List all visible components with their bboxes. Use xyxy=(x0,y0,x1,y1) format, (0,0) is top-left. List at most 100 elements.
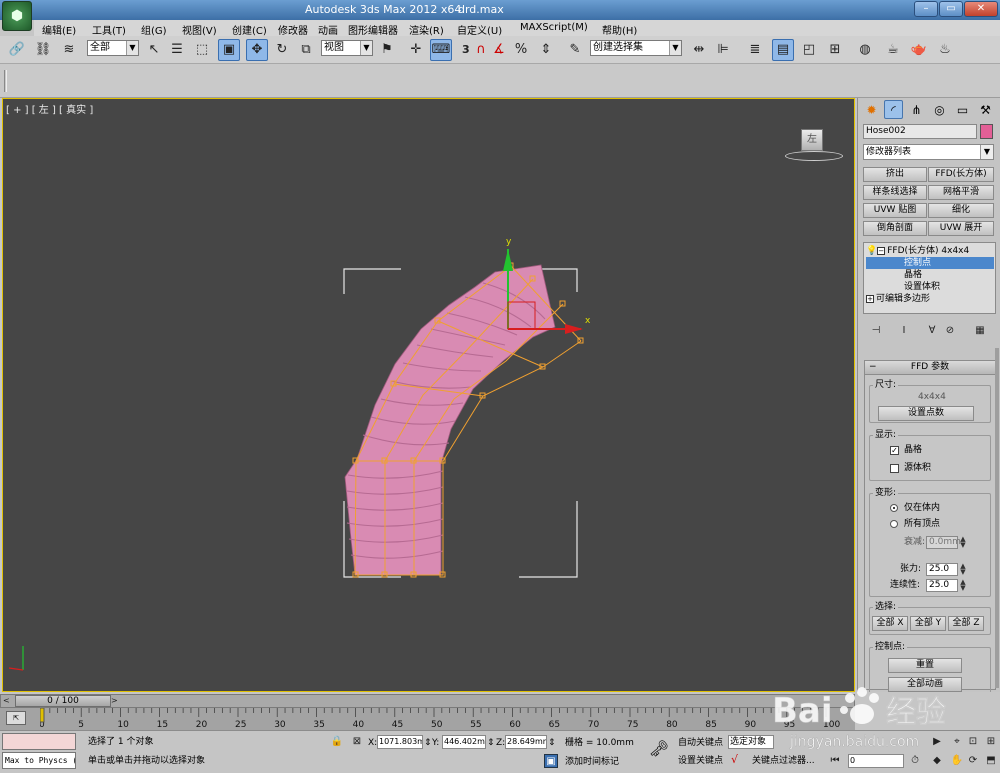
pivot-button[interactable]: ⚑ xyxy=(376,39,398,61)
remove-modifier-button[interactable]: ⊘ xyxy=(943,324,957,338)
viewcube-compass-ring[interactable] xyxy=(785,151,843,161)
add-time-tag-text[interactable]: 添加时间标记 xyxy=(565,756,619,768)
maxscript-listener-pink[interactable] xyxy=(2,733,76,750)
stack-sub-lattice[interactable]: 晶格 xyxy=(866,269,994,281)
z-coordinate-field[interactable]: 28.649mm xyxy=(505,735,547,749)
time-config-icon[interactable]: ⏱ xyxy=(908,754,922,768)
mod-btn-spline-select[interactable]: 样条线选择 xyxy=(863,185,927,200)
continuity-spinner[interactable]: 25.0 xyxy=(926,579,958,592)
mod-btn-tessellate[interactable]: 细化 xyxy=(928,203,994,218)
link-button[interactable]: 🔗 xyxy=(6,39,28,61)
align-button[interactable]: ⊫ xyxy=(712,39,734,61)
fov-icon[interactable]: ◆ xyxy=(930,754,944,768)
y-coordinate-field[interactable]: 446.402mr xyxy=(442,735,486,749)
key-filters-button[interactable]: 关键点过滤器... xyxy=(752,755,815,767)
modifier-list-dropdown[interactable]: 修改器列表 ▼ xyxy=(863,144,994,160)
tension-spinner[interactable]: 25.0 xyxy=(926,563,958,576)
select-all-z-button[interactable]: 全部 Z xyxy=(948,616,984,631)
source-volume-checkbox[interactable] xyxy=(890,464,899,473)
mod-btn-meshsmooth[interactable]: 网格平滑 xyxy=(928,185,994,200)
render-button[interactable]: ♨ xyxy=(934,39,956,61)
select-all-x-button[interactable]: 全部 X xyxy=(872,616,908,631)
x-spinner-icon[interactable]: ⇕ xyxy=(424,737,432,749)
menu-animation[interactable]: 动画 xyxy=(318,22,338,37)
lock-selection-icon[interactable]: 🔒 xyxy=(330,735,344,749)
scale-button[interactable]: ⧉ xyxy=(295,39,317,61)
prev-frame-arrow-icon[interactable]: < xyxy=(3,695,13,707)
zoom-icon[interactable]: ⌖ xyxy=(950,735,964,749)
create-tab[interactable]: ✹ xyxy=(862,100,881,119)
utilities-tab[interactable]: ⚒ xyxy=(976,100,995,119)
configure-sets-button[interactable]: ▦ xyxy=(973,324,987,338)
tension-spinner-arrows-icon[interactable]: ▲ ▼ xyxy=(959,563,967,576)
stack-sub-control-points[interactable]: 控制点 xyxy=(866,257,994,269)
command-panel-scrollbar[interactable] xyxy=(995,348,999,688)
display-tab[interactable]: ▭ xyxy=(953,100,972,119)
menu-group[interactable]: 组(G) xyxy=(141,22,167,37)
render-setup-button[interactable]: ☕ xyxy=(882,39,904,61)
menu-views[interactable]: 视图(V) xyxy=(182,22,217,37)
mirror-button[interactable]: ⇹ xyxy=(688,39,710,61)
select-manipulate-button[interactable]: ✛ xyxy=(405,39,427,61)
menu-help[interactable]: 帮助(H) xyxy=(602,22,637,37)
play-icon[interactable]: ▶ xyxy=(930,735,944,749)
maximize-viewport-icon[interactable]: ⬒ xyxy=(984,754,998,768)
motion-tab[interactable]: ◎ xyxy=(930,100,949,119)
stack-sub-set-volume[interactable]: 设置体积 xyxy=(866,281,994,293)
time-tag-icon[interactable]: ▣ xyxy=(544,754,558,768)
menu-rendering[interactable]: 渲染(R) xyxy=(409,22,444,37)
mod-btn-ffd-box[interactable]: FFD(长方体) xyxy=(928,167,994,182)
only-in-volume-radio[interactable] xyxy=(890,504,898,512)
material-editor-button[interactable]: ◍ xyxy=(854,39,876,61)
rect-selection-button[interactable]: ⬚ xyxy=(191,39,213,61)
falloff-spinner[interactable]: 0.0mm xyxy=(926,536,961,549)
percent-snap-button[interactable]: % xyxy=(510,39,532,61)
hierarchy-tab[interactable]: ⋔ xyxy=(907,100,926,119)
menu-tools[interactable]: 工具(T) xyxy=(92,22,126,37)
menu-edit[interactable]: 编辑(E) xyxy=(42,22,76,37)
edit-named-sel-button[interactable]: ✎ xyxy=(564,39,586,61)
go-to-start-icon[interactable]: ⏮ xyxy=(828,754,842,768)
x-coordinate-field[interactable]: 1071.803m xyxy=(377,735,423,749)
make-unique-button[interactable]: ∀ xyxy=(925,324,939,338)
viewport-scene[interactable]: y x xyxy=(3,99,855,692)
pin-stack-button[interactable]: ⊣ xyxy=(869,324,883,338)
mod-btn-extrude[interactable]: 挤出 xyxy=(863,167,927,182)
select-all-y-button[interactable]: 全部 Y xyxy=(910,616,946,631)
set-number-of-points-button[interactable]: 设置点数 xyxy=(878,406,974,421)
falloff-spinner-arrows-icon[interactable]: ▲ ▼ xyxy=(959,536,967,549)
stack-item-ffd[interactable]: 💡− FFD(长方体) 4x4x4 xyxy=(866,245,994,257)
frame-ruler[interactable]: 0 5 10 15 20 25 30 35 40 45 50 55 60 65 70 75 80 85 90 95 10… xyxy=(40,708,855,730)
bind-space-warp-button[interactable]: ≋ xyxy=(58,39,80,61)
viewcube[interactable]: 左 xyxy=(801,129,823,151)
viewport-label-menu[interactable]: [ + ] [ 左 ] [ 真实 ] xyxy=(6,101,93,116)
ribbon-grip-handle[interactable] xyxy=(4,70,7,92)
absolute-mode-icon[interactable]: ⊠ xyxy=(350,735,364,749)
object-color-swatch[interactable] xyxy=(980,124,993,139)
select-by-name-button[interactable]: ☰ xyxy=(166,39,188,61)
next-frame-arrow-icon[interactable]: > xyxy=(111,695,121,707)
close-button[interactable]: ✕ xyxy=(964,1,998,17)
menu-graph-editors[interactable]: 图形编辑器 xyxy=(348,22,398,37)
named-selection-dropdown[interactable]: 创建选择集 ▼ xyxy=(590,40,682,56)
key-mode-dropdown[interactable]: 选定对象 xyxy=(728,735,774,749)
show-end-result-button[interactable]: Ⅰ xyxy=(897,324,911,338)
mod-btn-bevel-profile[interactable]: 倒角剖面 xyxy=(863,221,927,236)
object-name-field[interactable]: Hose002 xyxy=(863,124,977,139)
keyboard-shortcut-button[interactable]: ⌨ xyxy=(430,39,452,61)
app-menu-button[interactable]: ⬢ xyxy=(2,1,32,31)
current-frame-marker[interactable] xyxy=(40,708,45,723)
ffd-rollout-header[interactable]: − FFD 参数 xyxy=(865,361,995,375)
graphite-ribbon-button[interactable]: ▤ xyxy=(772,39,794,61)
unlink-button[interactable]: ⛓ xyxy=(32,39,54,61)
set-key-icon[interactable]: 🗝 xyxy=(646,737,672,761)
mini-curve-editor-icon[interactable]: ⇱ xyxy=(6,711,26,725)
stack-item-editable-poly[interactable]: + 可编辑多边形 xyxy=(866,293,994,305)
zoom-all-icon[interactable]: ⊞ xyxy=(984,735,998,749)
reset-button[interactable]: 重置 xyxy=(888,658,962,673)
layer-manager-button[interactable]: ≣ xyxy=(744,39,766,61)
expand-plus-icon[interactable]: + xyxy=(866,294,874,303)
time-slider[interactable]: < 0 / 100 > xyxy=(0,694,855,708)
rotate-button[interactable]: ↻ xyxy=(271,39,293,61)
angle-snap-button[interactable]: ∡ xyxy=(488,39,510,61)
